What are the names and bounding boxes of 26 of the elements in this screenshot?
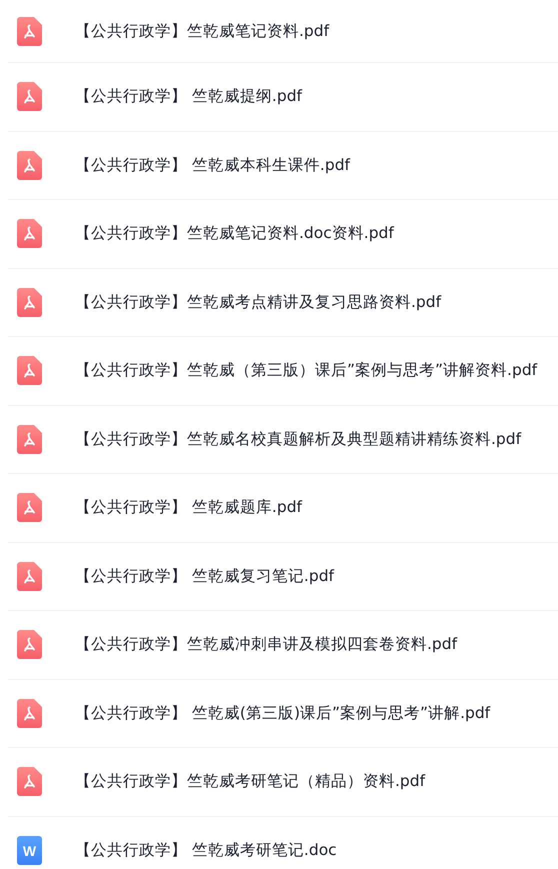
pdf-file-icon [17, 493, 42, 522]
pdf-file-icon [17, 150, 42, 180]
file-name[interactable]: 【公共行政学】竺乾威名校真题解析及典型题精讲精练资料.pdf [75, 428, 522, 450]
pdf-file-icon [17, 288, 42, 317]
file-name[interactable]: 【公共行政学】 竺乾威本科生课件.pdf [75, 154, 350, 176]
file-name[interactable]: 【公共行政学】竺乾威（第三版）课后”案例与思考”讲解资料.pdf [75, 360, 538, 382]
pdf-file-icon [17, 698, 42, 728]
pdf-file-icon [17, 424, 42, 454]
file-name[interactable]: 【公共行政学】 竺乾威考研笔记.doc [75, 840, 337, 862]
file-name[interactable]: 【公共行政学】竺乾威考点精讲及复习思路资料.pdf [75, 292, 442, 313]
file-name[interactable]: 【公共行政学】竺乾威考研笔记（精品）资料.pdf [75, 771, 426, 792]
word-file-icon: W [17, 836, 42, 866]
file-name[interactable]: 【公共行政学】 竺乾威题库.pdf [75, 497, 302, 518]
pdf-file-icon [17, 767, 42, 796]
file-name[interactable]: 【公共行政学】竺乾威冲刺串讲及模拟四套卷资料.pdf [75, 634, 458, 656]
pdf-file-icon [17, 82, 42, 112]
pdf-file-icon [17, 562, 42, 591]
pdf-file-icon [17, 16, 42, 46]
pdf-file-icon [17, 356, 42, 386]
pdf-file-icon [17, 630, 42, 660]
file-name[interactable]: 【公共行政学】竺乾威笔记资料.doc资料.pdf [75, 223, 394, 244]
file-name[interactable]: 【公共行政学】 竺乾威提纲.pdf [75, 86, 302, 108]
file-name[interactable]: 【公共行政学】 竺乾威(第三版)课后”案例与思考”讲解.pdf [75, 702, 490, 724]
file-name[interactable]: 【公共行政学】竺乾威笔记资料.pdf [75, 20, 330, 42]
pdf-file-icon [17, 219, 42, 248]
file-name[interactable]: 【公共行政学】 竺乾威复习笔记.pdf [75, 566, 334, 587]
